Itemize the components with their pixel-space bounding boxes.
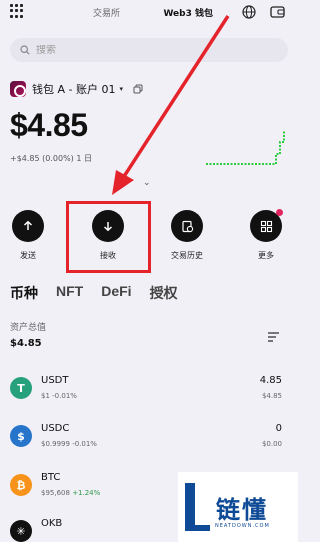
more-label: 更多 — [258, 251, 274, 260]
mode-switch: 交易所 Web3 钱包 — [84, 2, 222, 22]
token-symbol: OKB — [41, 518, 63, 529]
token-value: $0.00 — [261, 440, 282, 448]
token-amount: 4.85 — [259, 375, 282, 386]
more-button[interactable]: 更多 — [238, 209, 294, 261]
wallet-icon[interactable] — [270, 5, 285, 19]
watermark-subtitle: NEATDOWN.COM — [215, 523, 270, 529]
asset-tabs: 币种 NFT DeFi 授权 — [10, 283, 196, 303]
arrow-up-icon — [12, 210, 44, 242]
balance-change: +$4.85 (0.00%) 1 日 — [10, 154, 92, 163]
token-symbol: USDT — [41, 375, 69, 386]
watermark-logo-icon — [185, 483, 210, 531]
grid-icon[interactable] — [10, 4, 24, 18]
send-label: 发送 — [20, 251, 36, 260]
watermark-title: 链懂 — [216, 495, 268, 524]
search-icon — [20, 45, 30, 55]
top-bar: 交易所 Web3 钱包 — [0, 0, 298, 26]
send-button[interactable]: 发送 — [0, 210, 56, 261]
history-label: 交易历史 — [171, 251, 203, 260]
usdc-icon: $ — [10, 425, 32, 447]
more-grid-icon — [250, 209, 283, 242]
tab-web3-wallet[interactable]: Web3 钱包 — [154, 3, 222, 22]
tab-defi[interactable]: DeFi — [101, 283, 131, 303]
highlight-box — [66, 201, 151, 273]
token-symbol: BTC — [41, 472, 61, 483]
account-name: 钱包 A - 账户 01 — [32, 83, 116, 96]
usdt-icon: T — [10, 377, 32, 399]
token-price: $95,608 +1.24% — [41, 489, 101, 497]
search-input[interactable] — [36, 44, 236, 56]
token-value: $4.85 — [261, 392, 282, 400]
token-row-usdt[interactable]: T USDT $1 -0.01% 4.85 $4.85 — [10, 373, 288, 409]
caret-down-icon: ▾ — [119, 85, 123, 93]
chevron-down-icon[interactable]: ⌄ — [143, 178, 151, 188]
search-bar[interactable] — [10, 38, 288, 62]
balance-sparkline — [206, 130, 285, 165]
watermark: 链懂 NEATDOWN.COM — [178, 472, 298, 542]
tab-approvals[interactable]: 授权 — [150, 283, 178, 303]
okb-icon: ✳ — [10, 520, 32, 542]
tab-tokens[interactable]: 币种 — [10, 283, 38, 303]
token-amount: 0 — [275, 423, 282, 434]
history-icon — [171, 210, 203, 242]
tab-nft[interactable]: NFT — [56, 283, 83, 303]
notification-dot — [276, 209, 283, 216]
token-row-usdc[interactable]: $ USDC $0.9999 -0.01% 0 $0.00 — [10, 421, 288, 457]
tab-exchange[interactable]: 交易所 — [84, 3, 129, 22]
token-symbol: USDC — [41, 423, 70, 434]
globe-icon[interactable] — [242, 5, 256, 19]
token-price: $1 -0.01% — [41, 392, 77, 400]
copy-icon[interactable] — [133, 84, 143, 94]
sort-icon[interactable] — [267, 331, 281, 343]
token-price: $0.9999 -0.01% — [41, 440, 97, 448]
btc-icon: ₿ — [10, 474, 32, 496]
total-assets-label: 资产总值 — [10, 323, 47, 333]
history-button[interactable]: 交易历史 — [159, 210, 215, 261]
account-selector[interactable]: 钱包 A - 账户 01 ▾ — [10, 81, 143, 97]
total-balance: $4.85 — [10, 107, 88, 143]
total-assets-value: $4.85 — [10, 338, 42, 349]
wallet-avatar — [10, 81, 26, 97]
